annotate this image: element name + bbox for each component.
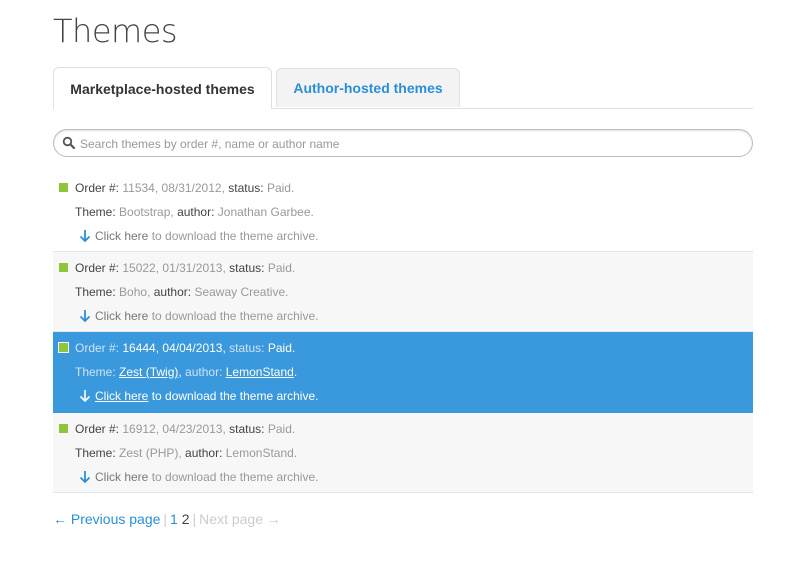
order-date: 01/31/2013 xyxy=(162,261,223,275)
arrow-down-icon xyxy=(79,390,91,403)
download-line: Click here to download the theme archive… xyxy=(95,470,319,484)
status-square-icon xyxy=(59,424,68,433)
theme-line: Theme: Zest (Twig), author: LemonStand. xyxy=(75,365,298,379)
page-link-1[interactable]: 1 xyxy=(170,511,178,527)
theme-name: Boho xyxy=(119,285,148,299)
order-status: Paid. xyxy=(266,181,295,195)
author-name: Jonathan Garbee. xyxy=(217,205,314,219)
order-status: Paid. xyxy=(267,261,296,275)
search-box xyxy=(53,129,753,157)
theme-name: Bootstrap xyxy=(119,205,171,219)
order-line: Order #: 16444, 04/04/2013, status: Paid… xyxy=(75,341,296,355)
order-number: 15022 xyxy=(122,261,156,275)
order-date: 08/31/2012 xyxy=(161,181,222,195)
status-square-icon xyxy=(58,342,69,353)
theme-line: Theme: Zest (PHP), author: LemonStand. xyxy=(75,446,298,460)
theme-line: Theme: Bootstrap, author: Jonathan Garbe… xyxy=(75,205,314,219)
search-icon xyxy=(62,136,76,150)
download-line: Click here to download the theme archive… xyxy=(95,229,319,243)
order-date: 04/04/2013 xyxy=(162,341,223,355)
download-line: Click here to download the theme archive… xyxy=(95,309,319,323)
order-line: Order #: 11534, 08/31/2012, status: Paid… xyxy=(75,181,295,195)
page-current-2: 2 xyxy=(181,511,190,527)
theme-name: Zest (PHP) xyxy=(119,446,179,460)
pagination: ← Previous page | 1 2 | Next page → xyxy=(53,511,281,527)
download-link[interactable]: Click here xyxy=(95,389,148,403)
order-line: Order #: 15022, 01/31/2013, status: Paid… xyxy=(75,261,296,275)
theme-tabs: Marketplace-hosted themes Author-hosted … xyxy=(53,67,753,109)
tab-author-hosted[interactable]: Author-hosted themes xyxy=(276,68,460,107)
author-name: Seaway Creative. xyxy=(194,285,289,299)
order-row-selected[interactable]: Order #: 16444, 04/04/2013, status: Paid… xyxy=(53,332,753,413)
order-status: Paid. xyxy=(267,422,296,436)
order-number: 11534 xyxy=(122,181,155,195)
order-list: Order #: 11534, 08/31/2012, status: Paid… xyxy=(53,172,753,493)
previous-page-link[interactable]: ← Previous page xyxy=(53,511,160,527)
status-square-icon xyxy=(59,263,68,272)
arrow-down-icon xyxy=(79,471,91,484)
order-line: Order #: 16912, 04/23/2013, status: Paid… xyxy=(75,422,296,436)
next-page-link: Next page → xyxy=(199,511,281,527)
order-row[interactable]: Order #: 16912, 04/23/2013, status: Paid… xyxy=(53,413,753,493)
status-square-icon xyxy=(59,183,68,192)
order-date: 04/23/2013 xyxy=(162,422,223,436)
order-row[interactable]: Order #: 15022, 01/31/2013, status: Paid… xyxy=(53,252,753,332)
order-row[interactable]: Order #: 11534, 08/31/2012, status: Paid… xyxy=(53,172,753,252)
download-line: Click here to download the theme archive… xyxy=(95,389,319,403)
author-name: LemonStand. xyxy=(225,446,298,460)
order-number: 16912 xyxy=(122,422,156,436)
tab-marketplace-hosted[interactable]: Marketplace-hosted themes xyxy=(53,67,272,109)
arrow-down-icon xyxy=(79,230,91,243)
download-link[interactable]: Click here xyxy=(95,470,148,484)
search-input[interactable] xyxy=(78,133,742,155)
theme-line: Theme: Boho, author: Seaway Creative. xyxy=(75,285,289,299)
author-name-link[interactable]: LemonStand xyxy=(226,365,294,379)
theme-name-link[interactable]: Zest (Twig) xyxy=(119,365,178,379)
download-link[interactable]: Click here xyxy=(95,229,148,243)
download-link[interactable]: Click here xyxy=(95,309,148,323)
pager-divider: | xyxy=(163,511,168,527)
order-status: Paid. xyxy=(267,341,296,355)
pager-divider: | xyxy=(192,511,197,527)
page-title: Themes xyxy=(53,12,178,50)
order-number: 16444 xyxy=(122,341,156,355)
arrow-down-icon xyxy=(79,310,91,323)
